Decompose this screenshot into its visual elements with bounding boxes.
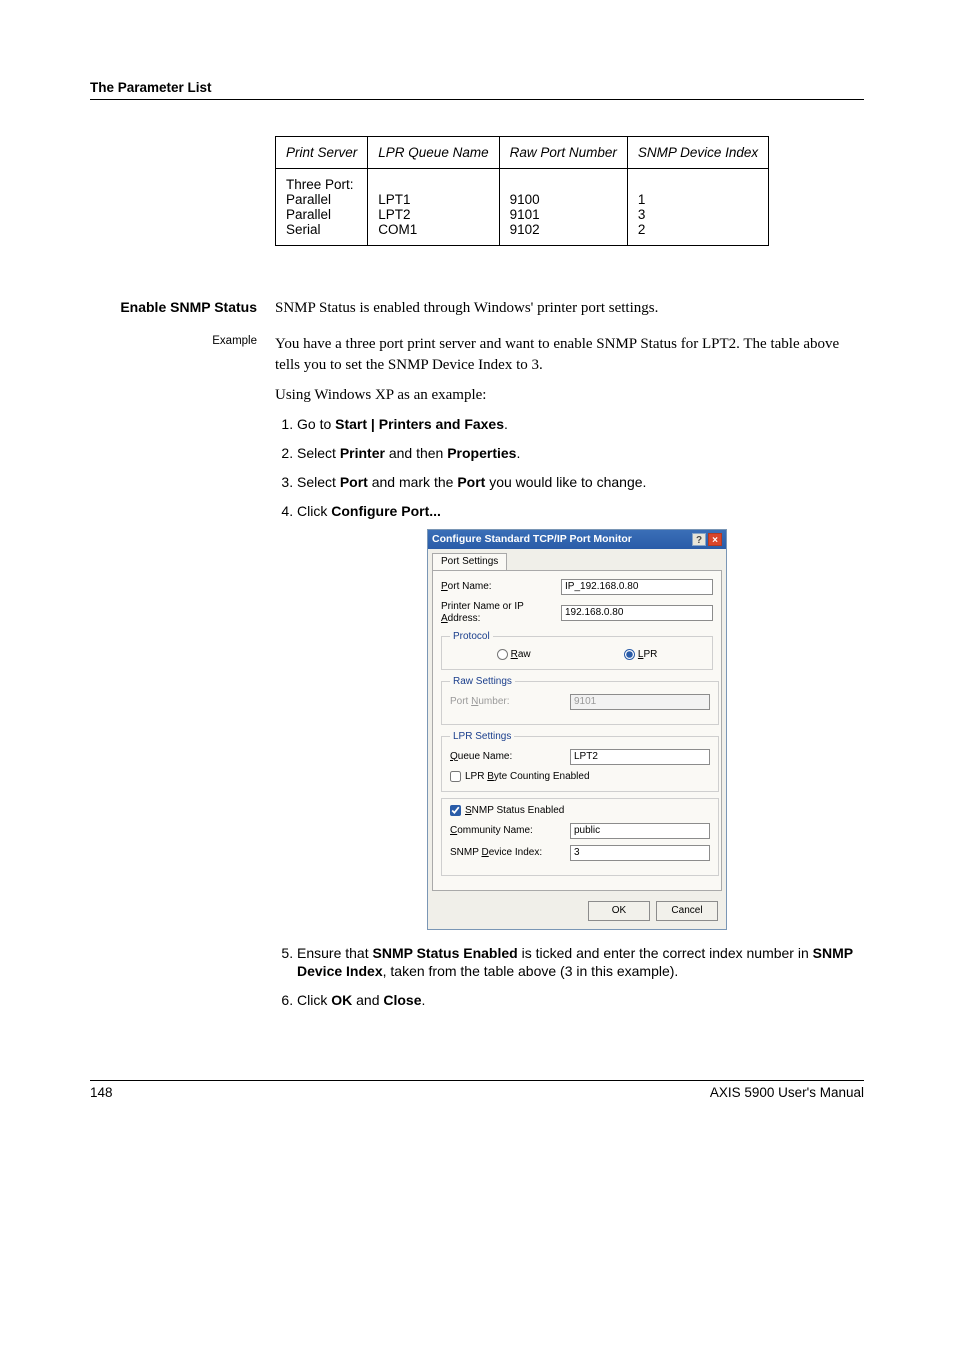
cancel-button[interactable]: Cancel bbox=[656, 901, 718, 921]
cell-snmp: 1 3 2 bbox=[627, 169, 768, 246]
header-rule bbox=[90, 99, 864, 100]
snmp-status-label: SNMP Status Enabled bbox=[465, 805, 564, 817]
printer-address-input[interactable] bbox=[561, 605, 713, 621]
snmp-device-index-input[interactable] bbox=[570, 845, 710, 861]
step-1: Go to Start | Printers and Faxes. bbox=[297, 415, 864, 434]
ok-button[interactable]: OK bbox=[588, 901, 650, 921]
port-number-label: Port Number: bbox=[450, 696, 570, 708]
dialog-panel: Port Name: Printer Name or IP Address: P… bbox=[432, 570, 722, 891]
dialog-titlebar: Configure Standard TCP/IP Port Monitor ?… bbox=[428, 530, 726, 549]
titlebar-buttons: ? × bbox=[692, 533, 722, 546]
cell-lpr: LPT1 LPT2 COM1 bbox=[368, 169, 499, 246]
example-label: Example bbox=[90, 334, 275, 1020]
step-2: Select Printer and then Properties. bbox=[297, 444, 864, 463]
col-snmp-index: SNMP Device Index bbox=[627, 137, 768, 169]
cell-print-server: Three Port: Parallel Parallel Serial bbox=[276, 169, 368, 246]
tab-port-settings[interactable]: Port Settings bbox=[432, 553, 507, 570]
protocol-lpr-option[interactable]: LPR bbox=[624, 649, 657, 661]
community-name-label: Community Name: bbox=[450, 825, 570, 837]
raw-settings-group: Raw Settings Port Number: bbox=[441, 676, 719, 725]
col-print-server: Print Server bbox=[276, 137, 368, 169]
community-name-input[interactable] bbox=[570, 823, 710, 839]
step-5: Ensure that SNMP Status Enabled is ticke… bbox=[297, 944, 864, 982]
steps-list: Go to Start | Printers and Faxes. Select… bbox=[275, 415, 864, 1010]
step-6: Click OK and Close. bbox=[297, 991, 864, 1010]
footer-rule bbox=[90, 1080, 864, 1081]
manual-title: AXIS 5900 User's Manual bbox=[710, 1085, 864, 1100]
step-3: Select Port and mark the Port you would … bbox=[297, 473, 864, 492]
protocol-legend: Protocol bbox=[450, 631, 493, 643]
configure-port-dialog: Configure Standard TCP/IP Port Monitor ?… bbox=[427, 529, 727, 930]
protocol-raw-option[interactable]: Raw bbox=[497, 649, 531, 661]
step-4: Click Configure Port... Configure Standa… bbox=[297, 502, 864, 930]
port-name-label: Port Name: bbox=[441, 581, 561, 593]
section-heading-enable-snmp: Enable SNMP Status bbox=[90, 298, 275, 328]
help-icon[interactable]: ? bbox=[692, 533, 706, 546]
dialog-title-text: Configure Standard TCP/IP Port Monitor bbox=[432, 533, 632, 546]
lpr-settings-group: LPR Settings Queue Name: LPR Byte Counti… bbox=[441, 731, 719, 792]
snmp-status-checkbox[interactable] bbox=[450, 805, 461, 816]
close-icon[interactable]: × bbox=[708, 533, 722, 546]
col-raw-port: Raw Port Number bbox=[499, 137, 627, 169]
queue-name-label: Queue Name: bbox=[450, 751, 570, 763]
port-mapping-table: Print Server LPR Queue Name Raw Port Num… bbox=[275, 136, 769, 246]
snmp-group: SNMP Status Enabled Community Name: SNMP… bbox=[441, 798, 719, 876]
snmp-device-index-label: SNMP Device Index: bbox=[450, 847, 570, 859]
col-lpr-queue: LPR Queue Name bbox=[368, 137, 499, 169]
raw-settings-legend: Raw Settings bbox=[450, 676, 515, 688]
printer-address-label: Printer Name or IP Address: bbox=[441, 601, 561, 625]
cell-raw: 9100 9101 9102 bbox=[499, 169, 627, 246]
page-number: 148 bbox=[90, 1085, 113, 1100]
example-paragraph-1: You have a three port print server and w… bbox=[275, 334, 864, 375]
example-paragraph-2: Using Windows XP as an example: bbox=[275, 385, 864, 405]
lpr-byte-label: LPR Byte Counting Enabled bbox=[465, 771, 590, 783]
lpr-byte-checkbox[interactable] bbox=[450, 771, 461, 782]
port-name-input[interactable] bbox=[561, 579, 713, 595]
lpr-settings-legend: LPR Settings bbox=[450, 731, 514, 743]
queue-name-input[interactable] bbox=[570, 749, 710, 765]
running-head: The Parameter List bbox=[90, 80, 864, 95]
enable-intro-text: SNMP Status is enabled through Windows' … bbox=[275, 298, 864, 318]
protocol-group: Protocol Raw LPR bbox=[441, 631, 713, 670]
port-number-input bbox=[570, 694, 710, 710]
